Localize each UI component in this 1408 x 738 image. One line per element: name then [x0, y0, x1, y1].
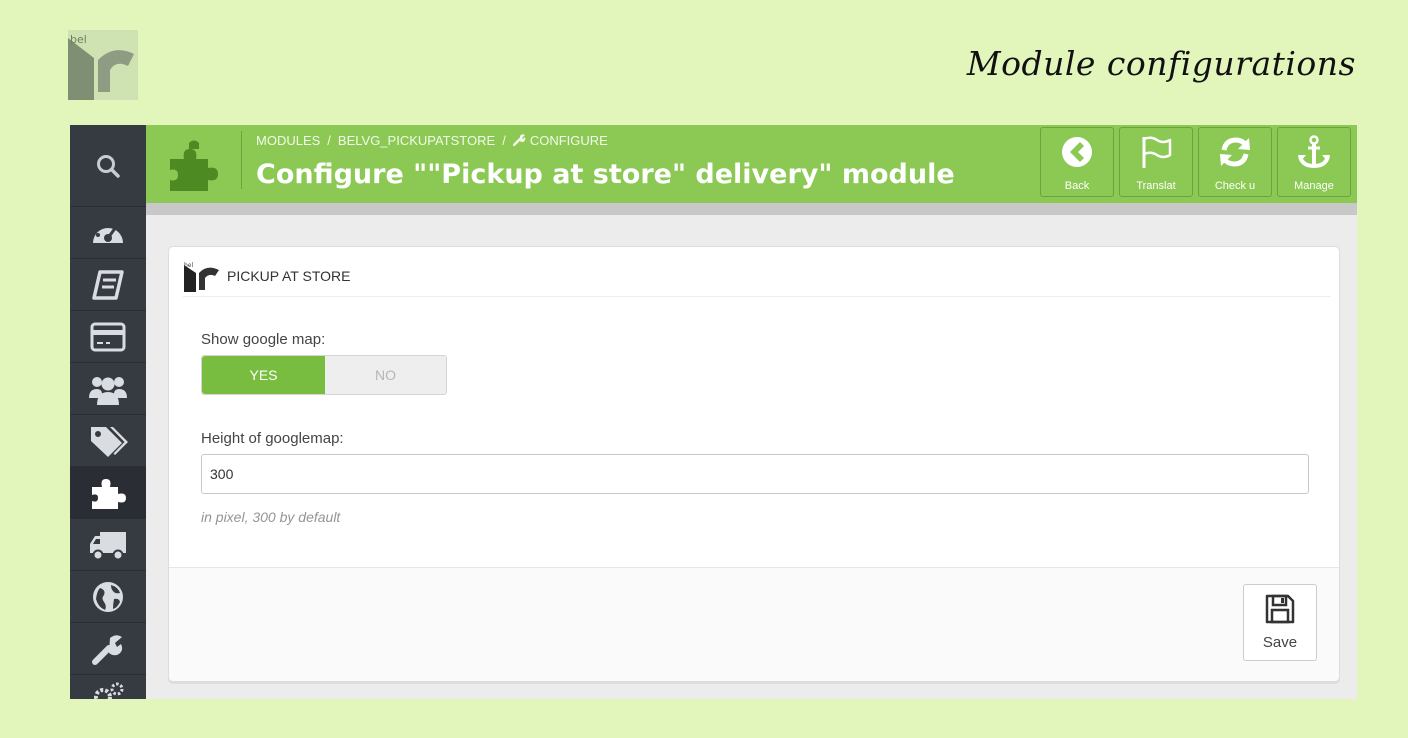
translate-button-label: Translat	[1136, 180, 1176, 192]
manage-hooks-button[interactable]: Manage	[1277, 127, 1351, 197]
search-icon	[97, 154, 120, 178]
cogs-icon	[94, 682, 124, 699]
svg-text:bel: bel	[70, 33, 87, 46]
panel-title: PICKUP AT STORE	[227, 268, 351, 284]
price-tags-icon	[91, 426, 128, 457]
sidebar-item-shipping[interactable]	[70, 519, 146, 571]
sidebar-item-preferences[interactable]	[70, 623, 146, 675]
wrench-icon	[512, 134, 526, 147]
translate-button[interactable]: Translat	[1119, 127, 1193, 197]
sidebar-item-localization[interactable]	[70, 571, 146, 623]
banner-title: Module configurations	[966, 44, 1356, 83]
manage-hooks-button-label: Manage	[1294, 180, 1334, 192]
floppy-disk-icon	[1265, 594, 1295, 624]
anchor-icon	[1298, 135, 1330, 169]
wrench-icon	[92, 634, 123, 665]
panel-footer: Save	[169, 567, 1339, 681]
svg-text:bel: bel	[184, 262, 194, 269]
dashboard-icon	[93, 221, 123, 243]
modules-puzzle-icon	[170, 140, 218, 191]
belvg-module-logo-icon: bel	[183, 259, 221, 293]
save-button-label: Save	[1262, 634, 1298, 651]
breadcrumb: MODULES / BELVG_PICKUPATSTORE / CONFIGURE	[256, 133, 608, 148]
customers-icon	[89, 376, 127, 405]
page-header: MODULES / BELVG_PICKUPATSTORE / CONFIGURE Co…	[146, 125, 1357, 203]
breadcrumb-separator: /	[327, 133, 331, 148]
credit-card-icon	[90, 322, 126, 351]
check-update-button-label: Check u	[1214, 180, 1256, 192]
breadcrumb-module-name[interactable]: BELVG_PICKUPATSTORE	[338, 133, 495, 148]
toggle-yes-option[interactable]: YES	[202, 356, 325, 394]
page-title: Configure ""Pickup at store" delivery" m…	[256, 159, 955, 190]
show-google-map-label: Show google map:	[201, 331, 326, 348]
globe-icon	[93, 581, 123, 612]
breadcrumb-configure: CONFIGURE	[529, 133, 608, 148]
tutorial-banner: bel Module configurations	[0, 0, 1408, 125]
header-bottom-bar	[146, 203, 1357, 215]
main-content: bel PICKUP AT STORE Show google map: YES…	[146, 215, 1357, 699]
module-config-panel: bel PICKUP AT STORE Show google map: YES…	[168, 246, 1340, 682]
back-button-label: Back	[1064, 180, 1090, 192]
refresh-icon	[1220, 137, 1250, 167]
toggle-no-option[interactable]: NO	[325, 356, 446, 394]
sidebar-item-orders[interactable]	[70, 311, 146, 363]
belvg-logo-icon: bel	[68, 30, 138, 100]
breadcrumb-modules[interactable]: MODULES	[256, 133, 320, 148]
show-google-map-toggle[interactable]: YES NO	[201, 355, 447, 395]
breadcrumb-separator: /	[502, 133, 506, 148]
sidebar	[70, 125, 146, 699]
sidebar-item-advanced-parameters[interactable]	[70, 675, 146, 699]
panel-heading: bel PICKUP AT STORE	[183, 259, 1331, 297]
back-arrow-icon	[1062, 137, 1092, 167]
sidebar-item-customers[interactable]	[70, 363, 146, 415]
sidebar-item-modules[interactable]	[70, 467, 146, 519]
sidebar-item-catalog[interactable]	[70, 259, 146, 311]
map-height-help-text: in pixel, 300 by default	[201, 509, 341, 525]
admin-window: MODULES / BELVG_PICKUPATSTORE / CONFIGURE Co…	[70, 125, 1357, 699]
truck-icon	[90, 531, 126, 560]
catalog-icon	[92, 269, 124, 300]
back-button[interactable]: Back	[1040, 127, 1114, 197]
sidebar-search-button[interactable]	[70, 125, 146, 207]
puzzle-piece-icon	[92, 478, 126, 509]
page-toolbar: Back Translat Check u Manage	[1040, 127, 1351, 197]
flag-icon	[1142, 136, 1172, 168]
sidebar-item-price-rules[interactable]	[70, 415, 146, 467]
map-height-label: Height of googlemap:	[201, 430, 344, 447]
check-update-button[interactable]: Check u	[1198, 127, 1272, 197]
save-button[interactable]: Save	[1243, 584, 1317, 661]
header-divider	[241, 131, 242, 189]
map-height-input[interactable]	[201, 454, 1309, 494]
sidebar-item-dashboard[interactable]	[70, 207, 146, 259]
